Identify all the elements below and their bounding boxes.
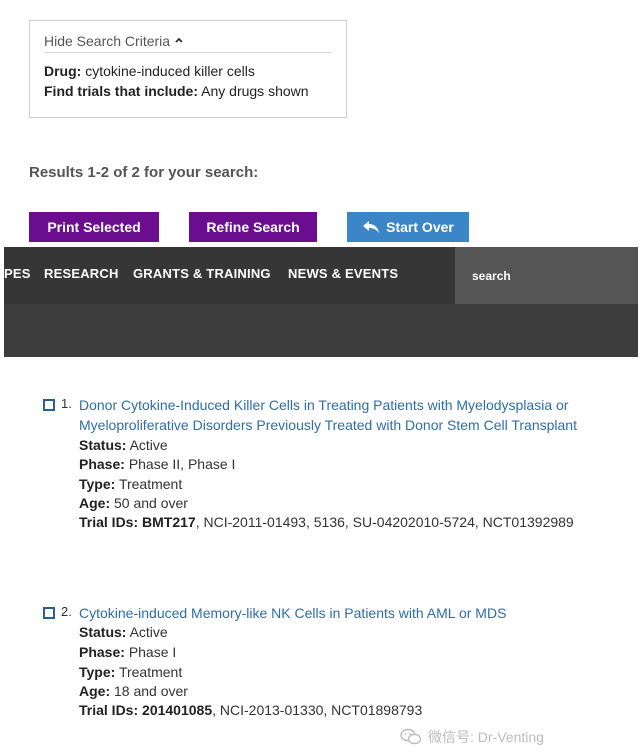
trial-ids: Trial IDs: BMT217, NCI-2011-01493, 5136,… <box>79 514 574 530</box>
nav-item-types[interactable]: PES <box>4 266 31 281</box>
trial-phase: Phase: Phase II, Phase I <box>79 456 235 472</box>
trial-ids-label: Trial IDs: <box>79 702 139 718</box>
watermark: 微信号: Dr-Venting <box>400 727 544 747</box>
drug-label: Drug: <box>44 63 82 79</box>
trial-age: Age: 50 and over <box>79 495 188 511</box>
search-criteria-box: Hide Search Criteria Drug: cytokine-indu… <box>29 20 347 118</box>
hide-search-criteria-toggle[interactable]: Hide Search Criteria <box>44 33 184 49</box>
type-label: Type: <box>79 476 116 492</box>
primary-trial-id: BMT217 <box>142 514 196 530</box>
phase-value: Phase I <box>128 644 177 660</box>
phase-value: Phase II, Phase I <box>128 456 236 472</box>
wechat-icon <box>400 728 422 745</box>
trial-status: Status: Active <box>79 624 168 640</box>
watermark-text: 微信号: Dr-Venting <box>428 729 544 745</box>
phase-label: Phase: <box>79 456 125 472</box>
type-value: Treatment <box>118 664 183 680</box>
status-label: Status: <box>79 437 127 453</box>
start-over-button[interactable]: Start Over <box>347 212 469 242</box>
criteria-find: Find trials that include: Any drugs show… <box>44 83 309 99</box>
age-label: Age: <box>79 683 111 699</box>
trial-title-link[interactable]: Cytokine-induced Memory-like NK Cells in… <box>79 603 624 623</box>
other-trial-ids: , NCI-2013-01330, NCT01898793 <box>212 702 423 718</box>
back-arrow-icon <box>363 221 380 233</box>
find-value: Any drugs shown <box>201 83 309 99</box>
age-value: 18 and over <box>114 683 188 699</box>
trial-number: 1. <box>61 396 72 411</box>
trial-age: Age: 18 and over <box>79 683 188 699</box>
type-label: Type: <box>79 664 116 680</box>
trial-phase: Phase: Phase I <box>79 644 176 660</box>
trial-type: Type: Treatment <box>79 664 182 680</box>
hide-search-criteria-label: Hide Search Criteria <box>44 33 171 49</box>
trial-ids-label: Trial IDs: <box>79 514 139 530</box>
select-trial-checkbox[interactable] <box>43 607 55 619</box>
trial-status: Status: Active <box>79 437 168 453</box>
site-navbar: PES RESEARCH GRANTS & TRAINING NEWS & EV… <box>4 247 638 357</box>
age-value: 50 and over <box>114 495 188 511</box>
other-trial-ids: , NCI-2011-01493, 5136, SU-04202010-5724… <box>195 514 574 530</box>
trial-number: 2. <box>61 604 72 619</box>
drug-value: cytokine-induced killer cells <box>85 63 255 79</box>
primary-trial-id: 201401085 <box>142 702 213 718</box>
phase-label: Phase: <box>79 644 125 660</box>
refine-search-button[interactable]: Refine Search <box>189 212 317 242</box>
select-trial-checkbox[interactable] <box>43 399 55 411</box>
type-value: Treatment <box>118 476 183 492</box>
divider <box>44 52 332 53</box>
results-count: Results 1-2 of 2 for your search: <box>29 164 259 181</box>
trial-title-link[interactable]: Donor Cytokine-Induced Killer Cells in T… <box>79 395 624 435</box>
trial-ids: Trial IDs: 201401085, NCI-2013-01330, NC… <box>79 702 422 718</box>
start-over-label: Start Over <box>386 219 454 235</box>
nav-item-news-events[interactable]: NEWS & EVENTS <box>288 266 398 281</box>
status-value: Active <box>129 624 168 640</box>
search-input[interactable] <box>455 247 638 304</box>
caret-up-icon <box>175 37 183 43</box>
age-label: Age: <box>79 495 111 511</box>
trial-type: Type: Treatment <box>79 476 182 492</box>
status-label: Status: <box>79 624 127 640</box>
print-selected-button[interactable]: Print Selected <box>29 212 159 242</box>
nav-item-grants-training[interactable]: GRANTS & TRAINING <box>133 266 271 281</box>
find-label: Find trials that include: <box>44 83 199 99</box>
nav-item-research[interactable]: RESEARCH <box>44 266 119 281</box>
status-value: Active <box>129 437 168 453</box>
criteria-drug: Drug: cytokine-induced killer cells <box>44 63 255 79</box>
